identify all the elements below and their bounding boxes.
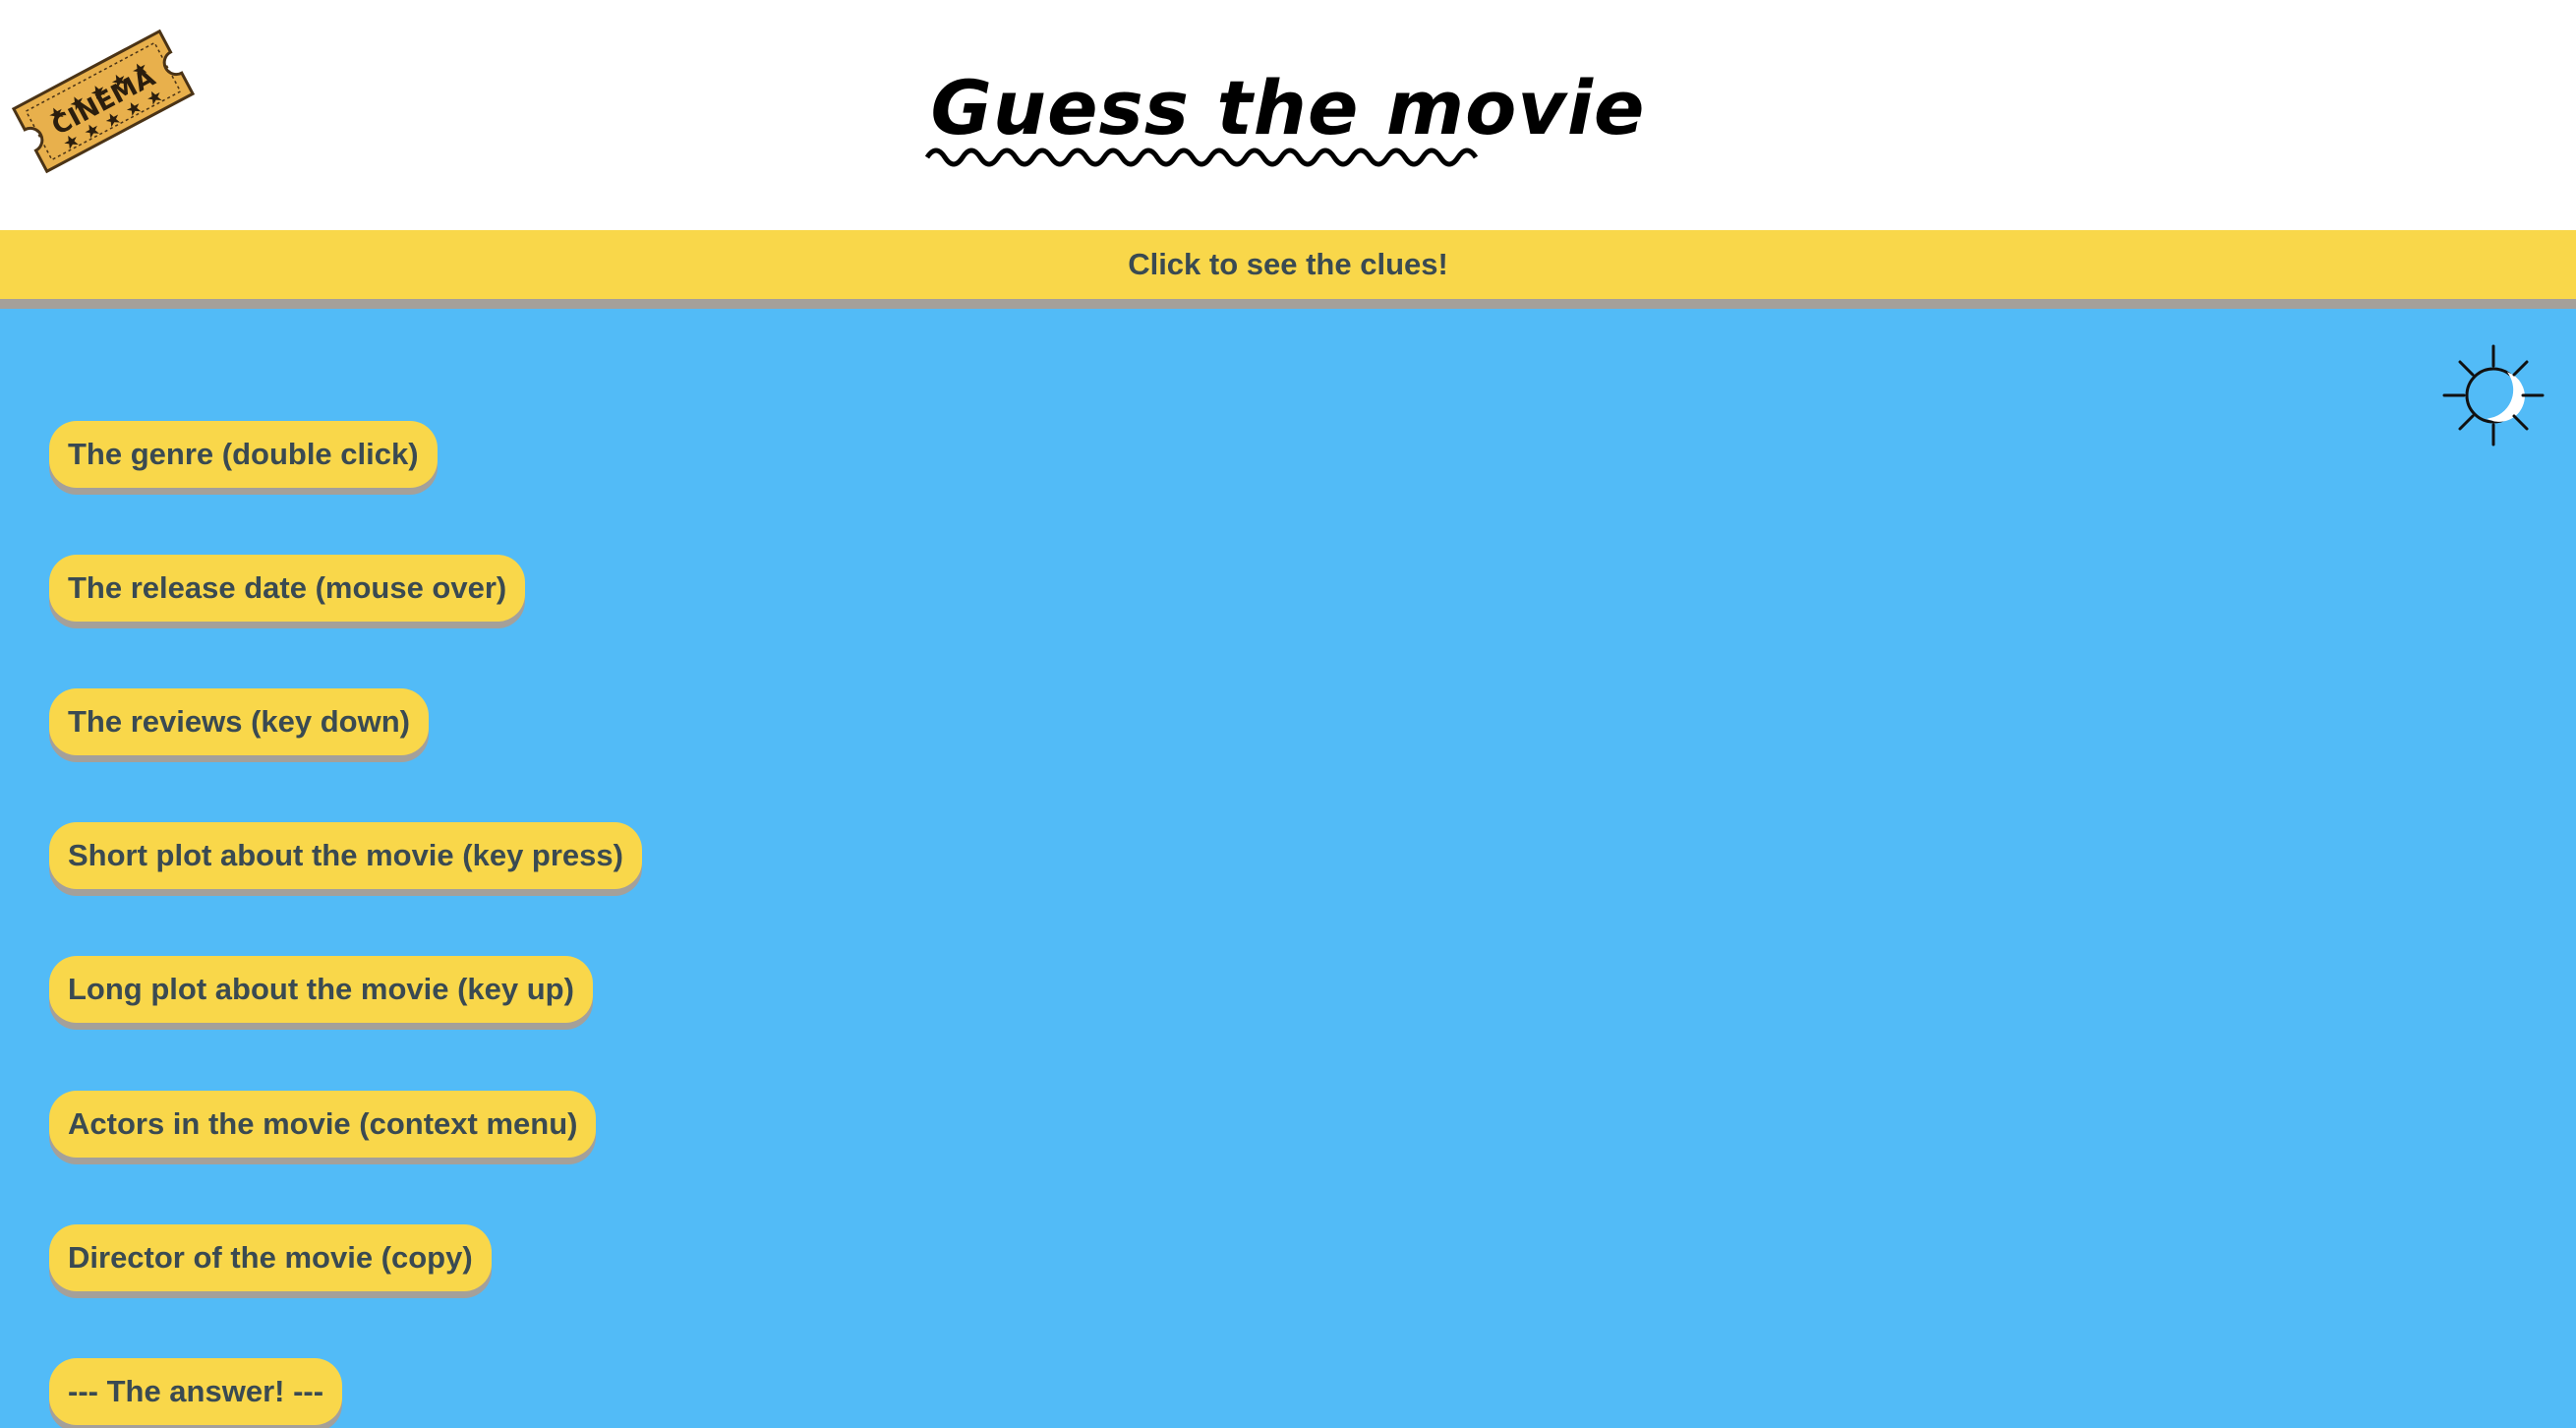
header: CINEMA Guess the movie	[0, 0, 2576, 230]
clue-release-date-button[interactable]: The release date (mouse over)	[49, 555, 526, 622]
clue-answer-button[interactable]: --- The answer! ---	[49, 1358, 343, 1425]
page-title-text: Guess the movie	[930, 64, 1646, 151]
page-title: Guess the movie	[924, 61, 1646, 167]
see-clues-banner[interactable]: Click to see the clues!	[0, 230, 2576, 309]
clue-director-button[interactable]: Director of the movie (copy)	[49, 1224, 492, 1291]
clue-actors-button[interactable]: Actors in the movie (context menu)	[49, 1091, 597, 1158]
clue-short-plot-button[interactable]: Short plot about the movie (key press)	[49, 822, 642, 889]
page: CINEMA Guess the movie Click to see the …	[0, 0, 2576, 1428]
title-wrap: Guess the movie	[0, 61, 2576, 167]
clue-long-plot-button[interactable]: Long plot about the movie (key up)	[49, 956, 593, 1023]
clue-reviews-button[interactable]: The reviews (key down)	[49, 688, 429, 755]
clue-genre-button[interactable]: The genre (double click)	[49, 421, 438, 488]
squiggle-underline	[924, 148, 1478, 167]
sun-moon-icon[interactable]	[2442, 344, 2545, 446]
